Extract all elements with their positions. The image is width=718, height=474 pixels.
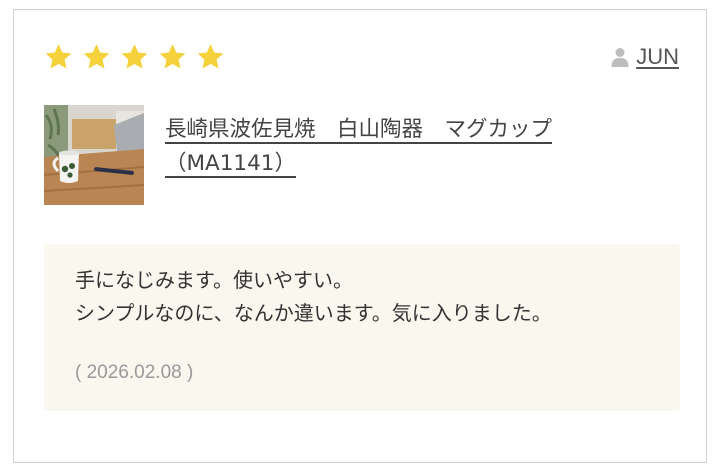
star-icon (45, 44, 72, 69)
star-icon (121, 44, 148, 69)
review-card: JUN 長崎県波佐見焼 白山陶器 マグカップ（MA1141） 手になじみます。使… (13, 9, 707, 463)
user-icon (611, 48, 629, 67)
reviewer-name-link[interactable]: JUN (636, 44, 679, 70)
star-icon (197, 44, 224, 69)
review-text-line: シンプルなのに、なんか違います。気に入りました。 (75, 301, 552, 325)
review-body: 手になじみます。使いやすい。 シンプルなのに、なんか違います。気に入りました。 … (44, 244, 680, 411)
review-date: ( 2026.02.08 ) (75, 362, 194, 383)
review-comment: 手になじみます。使いやすい。 シンプルなのに、なんか違います。気に入りました。 (75, 264, 675, 330)
reviewer: JUN (611, 44, 679, 70)
review-text-line: 手になじみます。使いやすい。 (75, 268, 353, 292)
star-icon (159, 44, 186, 69)
product-title-link[interactable]: 長崎県波佐見焼 白山陶器 マグカップ（MA1141） (165, 113, 625, 181)
rating-stars (43, 42, 226, 72)
product-thumbnail[interactable] (44, 105, 144, 205)
star-icon (83, 44, 110, 69)
